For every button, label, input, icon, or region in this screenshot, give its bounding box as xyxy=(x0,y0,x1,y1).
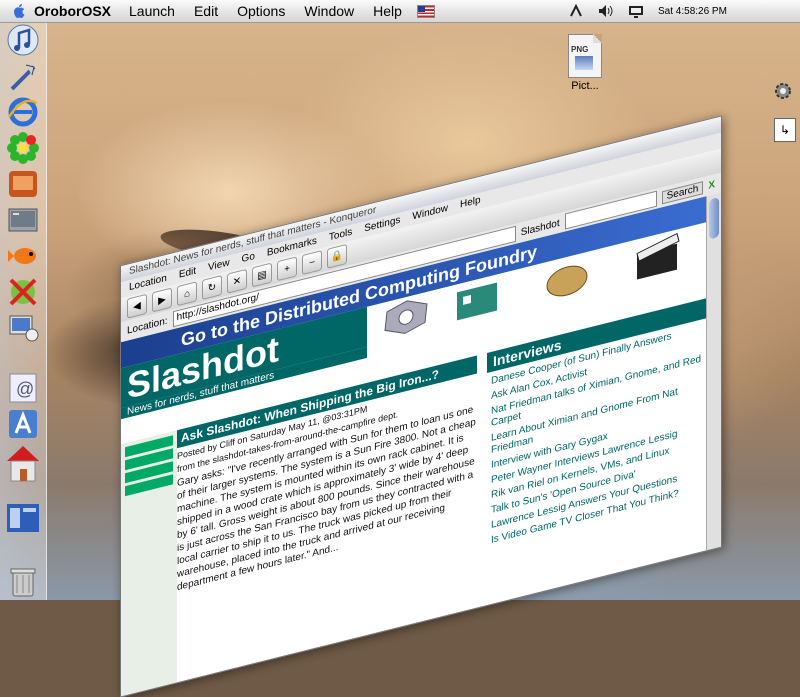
dock-at-icon[interactable]: @ xyxy=(4,370,42,406)
menu-options[interactable]: Options xyxy=(237,3,285,19)
dock-monitor-icon[interactable] xyxy=(4,310,42,346)
svg-text:@: @ xyxy=(16,379,34,399)
dock-x11-icon[interactable] xyxy=(4,274,42,310)
menu-help[interactable]: Help xyxy=(373,3,402,19)
dock-fish-icon[interactable] xyxy=(4,238,42,274)
menubar-clock[interactable]: Sat 4:58:26 PM xyxy=(658,6,727,17)
volume-icon[interactable] xyxy=(598,4,614,18)
browser-menu-go[interactable]: Go xyxy=(242,249,255,268)
scrollbar-thumb[interactable] xyxy=(709,197,719,240)
us-flag-icon[interactable] xyxy=(416,4,435,18)
menu-edit[interactable]: Edit xyxy=(194,3,218,19)
dock-trash-icon[interactable] xyxy=(8,566,38,598)
dock-internet-explorer-icon[interactable] xyxy=(4,94,42,130)
dock-terminal-icon[interactable] xyxy=(4,202,42,238)
zoom-out-icon[interactable]: − xyxy=(302,250,322,276)
dock: @ xyxy=(0,22,47,600)
script-menu-icon[interactable] xyxy=(568,4,584,18)
chip-icon xyxy=(457,282,497,321)
print-icon[interactable]: ▤ xyxy=(252,262,272,288)
forward-icon[interactable]: ▶ xyxy=(152,287,172,313)
left-navigation xyxy=(121,430,177,697)
dock-itunes-icon[interactable] xyxy=(4,22,42,58)
home-icon[interactable]: ⌂ xyxy=(177,281,197,307)
clapperboard-icon xyxy=(636,232,680,280)
security-lock-icon[interactable]: 🔒 xyxy=(327,243,347,269)
apple-menu-icon[interactable] xyxy=(12,3,26,19)
interviews-box: Interviews Danese Cooper (of Sun) Finall… xyxy=(487,298,707,603)
potato-icon xyxy=(546,265,588,297)
close-sidebar-button[interactable]: X xyxy=(708,179,715,192)
dock-app-red-icon[interactable] xyxy=(4,166,42,202)
dock-mail-icon[interactable] xyxy=(4,58,42,94)
reload-icon[interactable]: ↻ xyxy=(202,275,222,301)
display-icon[interactable] xyxy=(628,4,644,18)
dock-desktop-switcher-icon[interactable] xyxy=(4,498,42,538)
main-story: Ask Slashdot: When Shipping the Big Iron… xyxy=(177,355,477,680)
dock-icq-icon[interactable] xyxy=(4,130,42,166)
back-icon[interactable]: ◀ xyxy=(127,293,147,319)
vertical-scrollbar[interactable] xyxy=(706,192,721,551)
menu-window[interactable]: Window xyxy=(304,3,354,19)
app-menu-oroborosx[interactable]: OroborOSX xyxy=(34,3,111,19)
menu-bar: OroborOSX Launch Edit Options Window Hel… xyxy=(0,0,800,23)
menu-launch[interactable]: Launch xyxy=(129,3,175,19)
zoom-in-icon[interactable]: + xyxy=(277,256,297,282)
dock-home-icon[interactable] xyxy=(4,442,42,484)
stop-icon[interactable]: ✕ xyxy=(227,268,247,294)
hex-nut-icon xyxy=(384,300,428,334)
dock-applications-icon[interactable] xyxy=(4,406,42,442)
